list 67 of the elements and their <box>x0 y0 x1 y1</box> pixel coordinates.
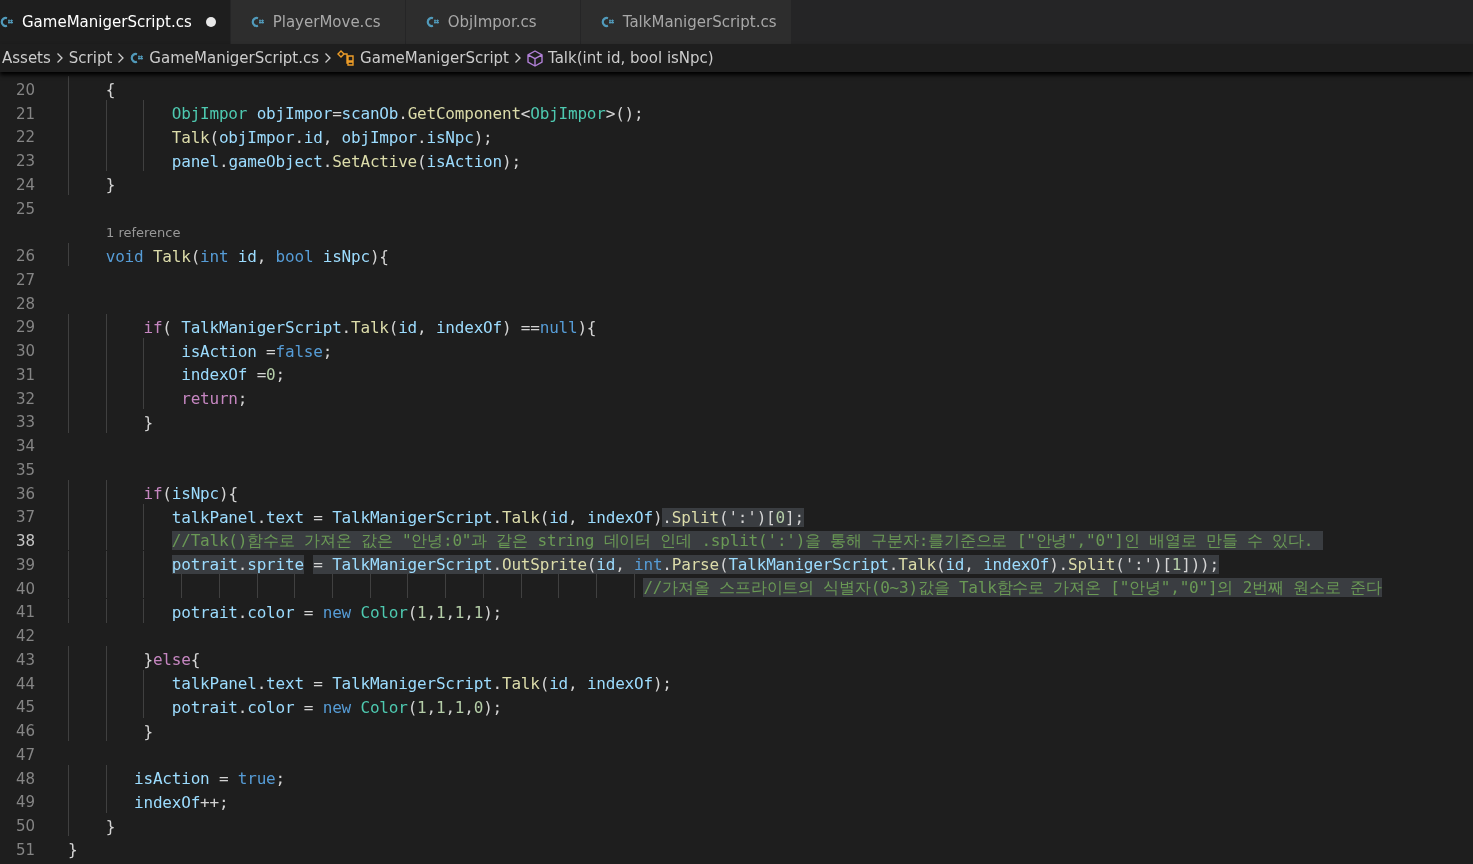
line-number: 34 <box>14 437 35 456</box>
code-line: potrait.color = new Color(1,1,1,0); <box>68 697 502 717</box>
line-number: 20 <box>14 80 35 99</box>
chevron-icon <box>513 52 522 64</box>
code-line: if( TalkManigerScript.Talk(id, indexOf) ==null){ <box>68 317 597 337</box>
line-number: 33 <box>14 413 35 432</box>
code-line: isAction =false; <box>68 341 333 361</box>
code-line: //Talk()함수로 가져온 값은 "안녕:0"과 같은 string 데이터 인데 .split(':')을 통해 구분자:를기준으로 ["안녕","0"]인 배열로 만들 수 있다. <box>68 530 1323 552</box>
code-line: } <box>68 840 78 860</box>
editor-tab[interactable]: ObjImpor.cs <box>405 0 581 44</box>
code-line: } <box>68 721 153 741</box>
chevron-icon <box>55 52 64 64</box>
code-line: Talk(objImpor.id, objImpor.isNpc); <box>68 127 493 147</box>
csharp-file-icon <box>250 16 265 28</box>
line-number: 46 <box>14 722 35 741</box>
line-number: 31 <box>14 365 35 384</box>
breadcrumb-item[interactable]: Assets <box>2 49 51 67</box>
class-icon <box>337 50 356 66</box>
line-number: 32 <box>14 389 35 408</box>
line-number: 29 <box>14 318 35 337</box>
code-line: potrait.color = new Color(1,1,1,1); <box>68 602 502 622</box>
csharp-file-icon <box>130 52 145 64</box>
code-line: panel.gameObject.SetActive(isAction); <box>68 151 521 171</box>
csharp-file-icon <box>0 16 14 28</box>
line-number: 44 <box>14 674 35 693</box>
line-number: 48 <box>14 769 35 788</box>
line-number: 30 <box>14 342 35 361</box>
editor-tab[interactable]: GameManigerScript.cs <box>0 0 231 44</box>
breadcrumb-item[interactable]: Talk(int id, bool isNpc) <box>547 49 714 67</box>
breadcrumb-item[interactable]: GameManigerScript.cs <box>149 49 320 67</box>
line-number: 28 <box>14 294 35 313</box>
reference-count-link[interactable]: 1 reference <box>106 224 181 240</box>
code-line: indexOf++; <box>68 792 229 812</box>
line-number: 25 <box>14 199 35 218</box>
editor-tab[interactable]: PlayerMove.cs <box>230 0 406 44</box>
line-number: 38 <box>14 532 35 551</box>
line-number: 35 <box>14 460 35 479</box>
line-number: 22 <box>14 128 35 147</box>
line-number: 26 <box>14 247 35 266</box>
line-number: 24 <box>14 175 35 194</box>
line-number: 36 <box>14 484 35 503</box>
chevron-icon <box>117 52 126 64</box>
line-number: 50 <box>14 817 35 836</box>
line-number: 39 <box>14 555 35 574</box>
line-number: 21 <box>14 104 35 123</box>
line-number: 49 <box>14 793 35 812</box>
line-number: 37 <box>14 508 35 527</box>
line-number: 47 <box>14 745 35 764</box>
breadcrumb-item[interactable]: GameManigerScript <box>360 49 509 67</box>
code-line: talkPanel.text = TalkManigerScript.Talk(id, indexOf).Split(':')[0]; <box>68 507 804 527</box>
chevron-icon <box>324 52 333 64</box>
line-number: 42 <box>14 627 35 646</box>
line-number: 23 <box>14 152 35 171</box>
code-line: } <box>68 816 116 836</box>
line-number: 51 <box>14 840 35 859</box>
editor-tab[interactable]: TalkManigerScript.cs <box>580 0 792 44</box>
code-line: } <box>68 412 153 432</box>
line-number: 43 <box>14 650 35 669</box>
line-number: 40 <box>14 579 35 598</box>
line-number: 45 <box>14 698 35 717</box>
line-number: 27 <box>14 270 35 289</box>
csharp-file-icon <box>425 16 440 28</box>
line-number: 41 <box>14 603 35 622</box>
csharp-file-icon <box>600 16 615 28</box>
breadcrumb-item[interactable]: Script <box>68 49 113 67</box>
cube-icon <box>526 49 543 67</box>
code-line: void Talk(int id, bool isNpc){ <box>68 246 389 266</box>
